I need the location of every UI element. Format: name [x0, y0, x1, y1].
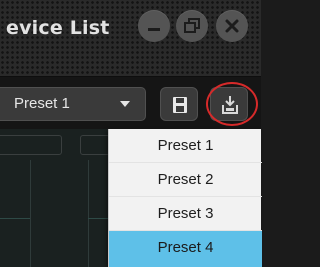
- menu-item-preset-1[interactable]: Preset 1: [109, 129, 262, 163]
- preset-select-value: Preset 1: [14, 95, 70, 112]
- close-icon: [225, 19, 239, 33]
- close-button[interactable]: [216, 10, 248, 42]
- restore-button[interactable]: [176, 10, 208, 42]
- menu-item-preset-4[interactable]: Preset 4: [109, 231, 262, 267]
- save-preset-button[interactable]: [160, 87, 198, 121]
- save-icon: [173, 97, 187, 113]
- column-header-cell: [0, 135, 62, 155]
- grid-line: [88, 160, 89, 267]
- grid-line: [30, 160, 31, 267]
- column-header-cell: [80, 135, 110, 155]
- grid-line: [0, 218, 30, 219]
- load-preset-button[interactable]: [210, 87, 248, 121]
- preset-dropdown-menu: Preset 1 Preset 2 Preset 3 Preset 4: [108, 129, 262, 267]
- minimize-icon: [148, 28, 160, 31]
- title-bar: evice List: [0, 0, 261, 77]
- restore-icon: [184, 18, 200, 33]
- chevron-down-icon: [120, 101, 130, 107]
- preset-select[interactable]: Preset 1: [0, 87, 146, 121]
- window-title: evice List: [6, 17, 110, 39]
- grid-line: [88, 218, 108, 219]
- menu-item-preset-2[interactable]: Preset 2: [109, 163, 262, 197]
- load-preset-icon: [222, 96, 238, 114]
- minimize-button[interactable]: [138, 10, 170, 42]
- menu-item-preset-3[interactable]: Preset 3: [109, 197, 262, 231]
